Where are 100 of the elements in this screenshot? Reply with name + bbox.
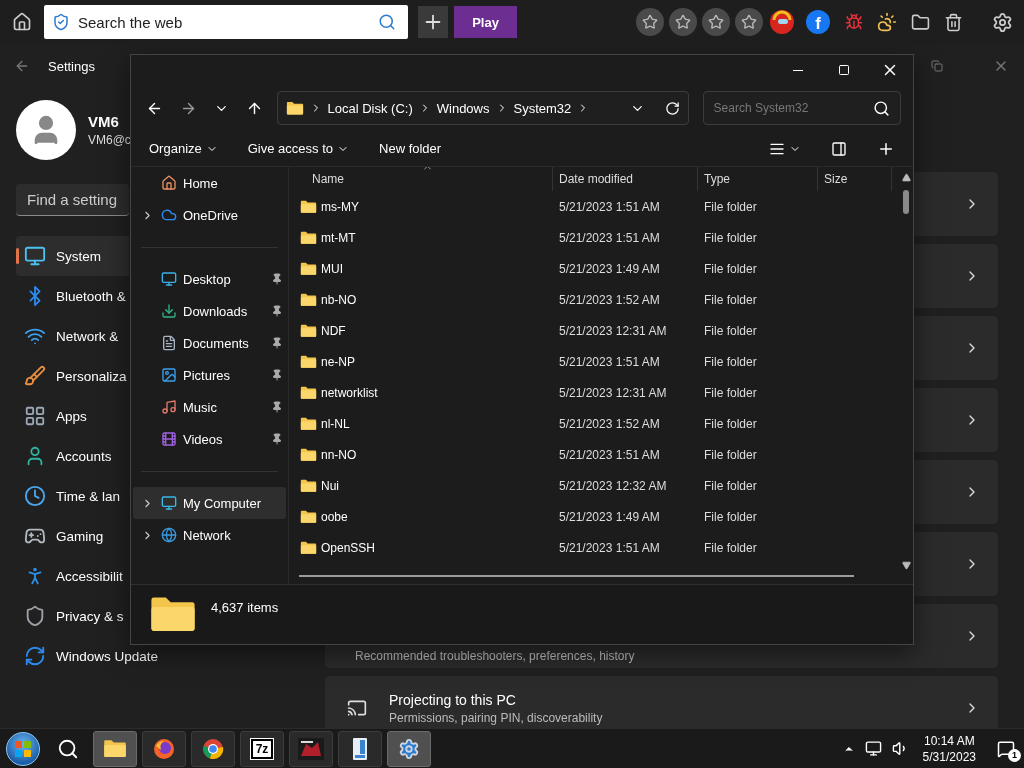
card-subtitle: Permissions, pairing PIN, discoverability [389,710,604,725]
clock-time: 10:14 AM [923,733,975,748]
date-modified: 5/21/2023 12:31 AM [558,323,668,338]
nav-item[interactable]: Apps [16,396,129,436]
nav-item[interactable]: Home [133,167,286,199]
date-modified: 5/21/2023 1:51 AM [558,199,661,214]
folder-icon [300,416,317,431]
date-modified: 5/21/2023 1:49 AM [558,261,661,276]
bookmark-button[interactable] [636,8,664,36]
message-icon [997,739,1015,758]
nav-item[interactable]: Desktop [133,263,286,295]
file-name[interactable]: nb-NO [321,292,357,307]
nav-item[interactable]: Music [133,391,286,423]
file-name[interactable]: networklist [321,385,378,400]
notification-button[interactable]: 1 [994,736,1018,761]
nav-item[interactable]: Accounts [16,436,129,476]
column-header[interactable]: Name [312,172,344,186]
breadcrumb[interactable]: Local Disk (C:) [327,100,413,116]
refresh-icon[interactable] [664,100,680,116]
nav-item[interactable]: Documents [133,327,286,359]
pin-icon [271,305,283,317]
cloud-icon [161,207,177,223]
personalization-icon [24,365,46,387]
breadcrumb[interactable]: System32 [513,100,572,116]
folder-icon [300,354,317,369]
column-header[interactable]: Date modified [559,172,634,186]
nav-item[interactable]: Windows Update [16,636,163,676]
folder-icon [300,385,317,400]
taskbar-app[interactable] [387,730,431,767]
file-name[interactable]: ms-MY [321,199,359,214]
bookmark-button[interactable] [735,8,763,36]
column-header[interactable]: Size [824,172,848,186]
file-type: File folder [703,478,758,493]
avatar-icon[interactable] [768,8,796,36]
nav-item[interactable]: Accessibilit [16,556,129,596]
folder-icon [300,292,317,307]
file-name[interactable]: ne-NP [321,354,355,369]
column-header[interactable]: Type [704,172,730,186]
back-icon[interactable] [14,58,30,74]
taskbar-app[interactable] [191,730,235,767]
document-icon [161,335,177,351]
taskbar-app[interactable]: 7z [240,730,284,767]
nav-item[interactable]: Downloads [133,295,286,327]
search-field[interactable]: Search System32 [702,91,901,125]
file-name[interactable]: NDF [321,323,346,338]
home-icon [161,175,177,191]
nav-item[interactable]: OneDrive [133,199,286,231]
command-button[interactable]: Give access to [239,134,357,163]
search-input[interactable]: Search System32 [711,100,873,116]
file-type: File folder [703,509,758,524]
music-icon [161,399,177,415]
settings-search-field[interactable]: Find a setting [16,184,129,216]
folder-icon [103,738,127,759]
file-type: File folder [703,199,758,214]
file-name[interactable]: oobe [321,509,348,524]
network-icon[interactable] [864,740,882,757]
file-name[interactable]: mt-MT [321,230,356,245]
bookmark-button[interactable] [669,8,697,36]
horizontal-scrollbar[interactable] [299,575,854,577]
breadcrumb[interactable]: Windows [436,100,490,116]
date-modified: 5/21/2023 1:51 AM [558,447,661,462]
file-name[interactable]: nl-NL [321,416,350,431]
nav-item[interactable]: Privacy & s [16,596,129,636]
start-button[interactable] [6,731,40,766]
nav-item[interactable]: Videos [133,423,286,455]
scroll-down-icon[interactable] [901,561,911,570]
nav-item[interactable]: Pictures [133,359,286,391]
bookmark-button[interactable] [702,8,730,36]
play-button[interactable]: Play [454,6,517,38]
nav-item[interactable]: Network & [16,316,129,356]
scroll-thumb[interactable] [903,190,909,214]
nav-item[interactable]: System [16,236,129,276]
date-modified: 5/21/2023 1:49 AM [558,509,661,524]
social-link[interactable]: f [806,10,830,34]
file-name[interactable]: Nui [321,478,339,493]
nav-item[interactable]: Gaming [16,516,129,556]
command-button[interactable]: New folder [371,134,450,163]
taskbar-app[interactable] [93,730,137,767]
file-name[interactable]: MUI [321,261,343,276]
folder-icon [300,323,317,338]
file-name[interactable]: OpenSSH [321,540,376,555]
nav-item[interactable]: Time & lan [16,476,129,516]
settings-card[interactable]: Projecting to this PC Permissions, pairing PIN, discoverability [325,676,998,728]
scroll-up-icon[interactable] [901,173,911,182]
taskbar-app[interactable] [338,730,382,767]
system-icon [24,245,46,267]
command-button[interactable]: Organize [141,134,226,163]
web-search-field[interactable]: Search the web [44,5,408,39]
search-input[interactable]: Search the web [76,12,372,32]
address-bar[interactable]: Local Disk (C:) Windows System32 [276,91,689,125]
nav-item[interactable]: Network [133,519,286,551]
add-button[interactable] [418,6,448,38]
nav-item[interactable]: My Computer [133,487,286,519]
folder-icon [300,509,317,524]
browser-icon [153,737,175,760]
folder-icon [285,100,304,116]
nav-item[interactable]: Bluetooth & [16,276,130,316]
nav-item[interactable]: Personaliza [16,356,131,396]
file-name[interactable]: nn-NO [321,447,357,462]
date-modified: 5/21/2023 12:32 AM [558,478,668,493]
